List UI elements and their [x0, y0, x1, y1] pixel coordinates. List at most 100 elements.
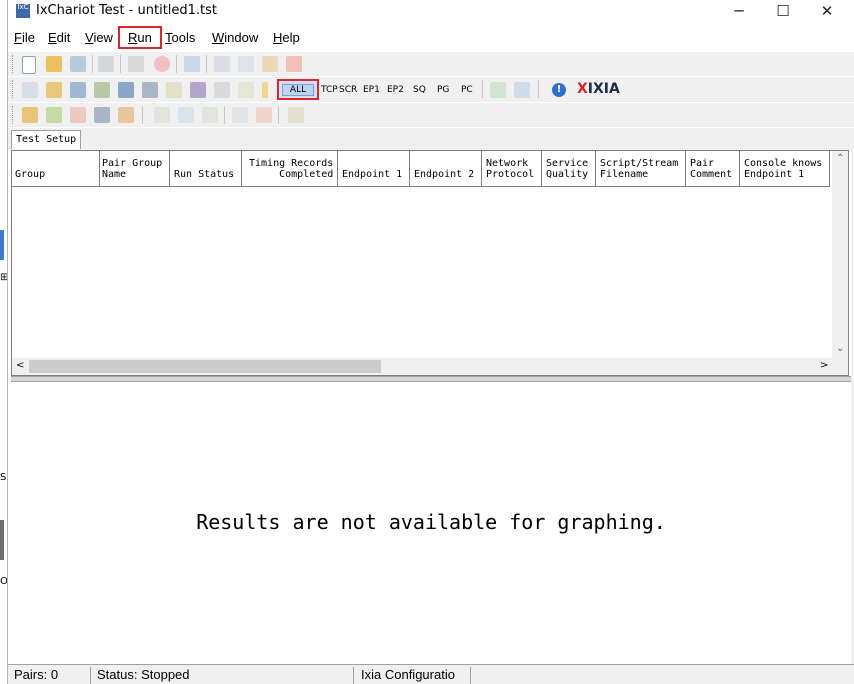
filter-tcp-button[interactable]: TCP — [321, 85, 338, 95]
minimize-button[interactable]: ─ — [717, 0, 761, 24]
run-menu-highlight — [118, 26, 162, 49]
status-divider — [90, 667, 91, 684]
add-pair-icon[interactable] — [22, 82, 38, 98]
filter-sq-button[interactable]: SQ — [413, 85, 426, 95]
column-header-script-filename[interactable]: Script/Stream Filename — [596, 151, 686, 187]
column-header-console-knows-endpoint-1[interactable]: Console knows Endpoint 1 — [740, 151, 830, 187]
network-icon[interactable] — [94, 107, 110, 123]
rocket-icon[interactable] — [70, 107, 86, 123]
cut-icon[interactable] — [214, 56, 230, 72]
filter-all-button[interactable]: ALL — [277, 79, 319, 100]
vertical-scrollbar[interactable]: ⌃ ⌄ — [832, 151, 848, 359]
column-header-endpoint-1[interactable]: Endpoint 1 — [338, 151, 410, 187]
graph-pane: Results are not available for graphing. — [11, 382, 851, 662]
save-icon[interactable] — [70, 56, 86, 72]
status-divider — [470, 667, 471, 684]
pairs-grid: Group Pair Group Name Run Status Timing R… — [11, 150, 849, 376]
print-icon[interactable] — [98, 56, 114, 72]
column-header-pair-group-name[interactable]: Pair Group Name — [100, 151, 170, 187]
pairs-toolbar: ALL TCP SCR EP1 EP2 SQ PG PC ! XIXIA — [8, 77, 854, 102]
replicate-icon[interactable] — [190, 82, 206, 98]
toolbar-grip[interactable] — [12, 55, 16, 73]
desktop-background-strip: ⊞ S O — [0, 0, 8, 684]
toolbar-separator — [224, 106, 225, 124]
palette-icon[interactable] — [118, 107, 134, 123]
column-header-pair-comment[interactable]: Pair Comment — [686, 151, 740, 187]
maximize-button[interactable]: ☐ — [761, 0, 805, 24]
delete-icon[interactable] — [286, 56, 302, 72]
desktop-fragment — [0, 230, 4, 260]
group-icon[interactable] — [256, 107, 272, 123]
close-button[interactable]: ✕ — [805, 0, 849, 24]
hint-icon[interactable] — [262, 82, 268, 98]
column-header-endpoint-2[interactable]: Endpoint 2 — [410, 151, 482, 187]
endpoint-icon[interactable] — [142, 82, 158, 98]
grid-view-icon[interactable] — [490, 82, 506, 98]
toolbar-separator — [176, 55, 177, 73]
toolbar-separator — [92, 55, 93, 73]
toolbar-separator — [278, 106, 279, 124]
add-multicast-pair-icon[interactable] — [46, 82, 62, 98]
filter-pg-button[interactable]: PG — [437, 85, 449, 95]
toolbar-separator — [206, 55, 207, 73]
filter-pc-button[interactable]: PC — [461, 85, 473, 95]
run-test-icon[interactable] — [128, 56, 144, 72]
horizontal-scrollbar[interactable]: < > — [12, 358, 848, 375]
graph-view-icon[interactable] — [514, 82, 530, 98]
menu-window[interactable]: Window — [212, 30, 258, 45]
edit-script-icon[interactable] — [166, 82, 182, 98]
column-header-run-status[interactable]: Run Status — [170, 151, 242, 187]
menu-bar: File Edit View Run Tools Window Help — [8, 26, 854, 49]
refresh-icon[interactable] — [184, 56, 200, 72]
tab-test-setup[interactable]: Test Setup — [11, 130, 82, 149]
stop-test-icon[interactable] — [154, 56, 170, 72]
test-toolbar — [8, 103, 854, 127]
split-icon[interactable] — [202, 107, 218, 123]
menu-file[interactable]: File — [14, 30, 35, 45]
network-topology-icon[interactable] — [94, 82, 110, 98]
properties-icon[interactable] — [288, 107, 304, 123]
wand-icon[interactable] — [46, 107, 62, 123]
menu-view[interactable]: View — [85, 30, 113, 45]
toolbar-grip[interactable] — [12, 80, 16, 98]
scroll-down-arrow-icon[interactable]: ⌄ — [836, 343, 844, 354]
filter-scr-button[interactable]: SCR — [339, 85, 357, 95]
swap-endpoints-icon[interactable] — [214, 82, 230, 98]
open-folder-icon[interactable] — [46, 56, 62, 72]
scroll-right-arrow-icon[interactable]: > — [820, 360, 828, 371]
filter-ep2-button[interactable]: EP2 — [387, 85, 404, 95]
scroll-left-arrow-icon[interactable]: < — [16, 360, 24, 371]
app-icon: IxC — [16, 4, 30, 18]
add-app-group-icon[interactable] — [70, 82, 86, 98]
info-icon[interactable]: ! — [552, 83, 566, 97]
column-header-service-quality[interactable]: Service Quality — [542, 151, 596, 187]
status-bar: Pairs: 0 Status: Stopped Ixia Configurat… — [8, 664, 854, 684]
horizontal-scroll-thumb[interactable] — [29, 360, 381, 373]
align-icon[interactable] — [232, 107, 248, 123]
new-file-icon[interactable] — [22, 56, 36, 74]
menu-help[interactable]: Help — [273, 30, 300, 45]
status-run-state: Status: Stopped — [97, 667, 190, 682]
tab-strip: Test Setup — [8, 128, 854, 150]
title-bar: IxC IxChariot Test - untitled1.tst ─ ☐ ✕ — [8, 0, 854, 24]
column-header-group[interactable]: Group — [12, 151, 100, 187]
compare-icon[interactable] — [154, 107, 170, 123]
ixia-logo: XIXIA — [577, 81, 620, 97]
edit-pair-icon[interactable] — [118, 82, 134, 98]
copy-icon[interactable] — [238, 56, 254, 72]
menu-edit[interactable]: Edit — [48, 30, 70, 45]
menu-tools[interactable]: Tools — [165, 30, 195, 45]
run-script-icon[interactable] — [22, 107, 38, 123]
merge-icon[interactable] — [178, 107, 194, 123]
column-header-network-protocol[interactable]: Network Protocol — [482, 151, 542, 187]
graph-empty-message: Results are not available for graphing. — [196, 510, 666, 534]
toolbar-grip[interactable] — [12, 106, 16, 124]
paste-icon[interactable] — [262, 56, 278, 72]
toolbar-separator — [142, 106, 143, 124]
filter-ep1-button[interactable]: EP1 — [363, 85, 380, 95]
window-title: IxChariot Test - untitled1.tst — [36, 3, 218, 18]
column-header-timing-records[interactable]: Timing Records Completed — [242, 151, 338, 187]
options-icon[interactable] — [238, 82, 254, 98]
status-pairs: Pairs: 0 — [14, 667, 59, 682]
scroll-up-arrow-icon[interactable]: ⌃ — [836, 153, 844, 164]
